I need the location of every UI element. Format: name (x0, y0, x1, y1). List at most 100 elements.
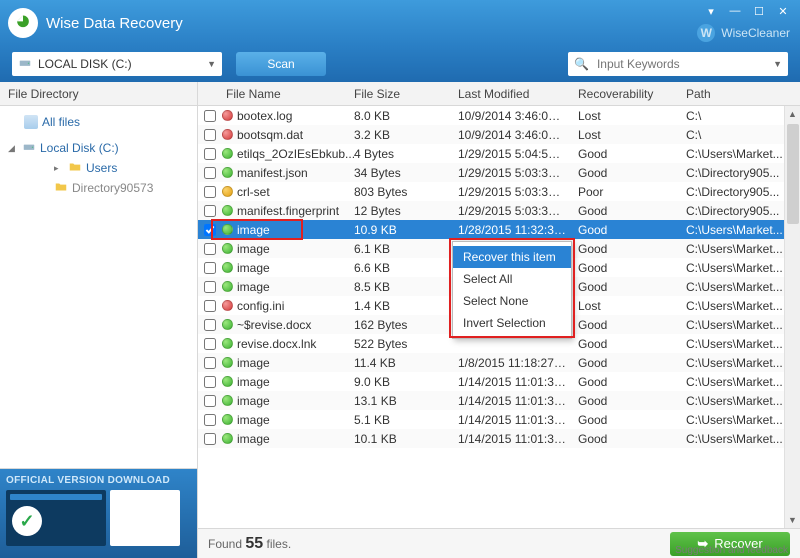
search-input[interactable] (595, 56, 767, 72)
row-checkbox[interactable] (204, 338, 216, 350)
status-dot-icon (222, 376, 233, 387)
scroll-up-icon[interactable]: ▲ (785, 106, 800, 122)
col-header-modified[interactable]: Last Modified (452, 87, 572, 101)
cell-recoverability: Good (572, 166, 680, 180)
file-name-label: image (237, 356, 270, 370)
cell-recoverability: Good (572, 337, 680, 351)
table-row[interactable]: crl-set803 Bytes1/29/2015 5:03:30 PMPoor… (198, 182, 800, 201)
row-checkbox[interactable] (204, 281, 216, 293)
promo-body: ✓ (6, 490, 191, 546)
cell-size: 8.0 KB (348, 109, 452, 123)
file-name-label: etilqs_2OzIEsEbkub... (237, 147, 355, 161)
row-checkbox[interactable] (204, 395, 216, 407)
cell-modified: 1/14/2015 11:01:30 ... (452, 394, 572, 408)
status-dot-icon (222, 319, 233, 330)
table-row[interactable]: image5.1 KB1/14/2015 11:01:30 ...GoodC:\… (198, 410, 800, 429)
table-row[interactable]: image10.9 KB1/28/2015 11:32:38 ...GoodC:… (198, 220, 800, 239)
search-icon: 🔍 (574, 57, 589, 71)
cell-recoverability: Good (572, 432, 680, 446)
table-row[interactable]: manifest.fingerprint12 Bytes1/29/2015 5:… (198, 201, 800, 220)
status-dot-icon (222, 243, 233, 254)
tree-label: All files (42, 115, 80, 129)
cell-name: revise.docx.lnk (220, 337, 348, 351)
folder-icon (54, 180, 68, 197)
scan-button[interactable]: Scan (236, 52, 326, 76)
row-checkbox[interactable] (204, 148, 216, 160)
row-checkbox[interactable] (204, 300, 216, 312)
drive-select[interactable]: LOCAL DISK (C:) ▼ (12, 52, 222, 76)
chevron-down-icon[interactable]: ▼ (773, 59, 782, 69)
close-icon[interactable]: ✕ (776, 4, 790, 18)
cell-modified: 1/28/2015 11:32:38 ... (452, 223, 572, 237)
status-dot-icon (222, 129, 233, 140)
status-dot-icon (222, 110, 233, 121)
row-checkbox[interactable] (204, 376, 216, 388)
tree-item-all-files[interactable]: All files (0, 112, 197, 132)
table-row[interactable]: image9.0 KB1/14/2015 11:01:30 ...GoodC:\… (198, 372, 800, 391)
feedback-link[interactable]: Suggestion and feedback (675, 545, 788, 556)
table-row[interactable]: image11.4 KB1/8/2015 11:18:27 AMGoodC:\U… (198, 353, 800, 372)
row-checkbox[interactable] (204, 205, 216, 217)
cell-path: C:\Users\Market... (680, 432, 800, 446)
row-checkbox[interactable] (204, 433, 216, 445)
cell-modified: 1/29/2015 5:03:30 PM (452, 204, 572, 218)
context-menu-item[interactable]: Select All (453, 268, 571, 290)
scroll-down-icon[interactable]: ▼ (785, 512, 800, 528)
tree-label: Users (86, 161, 117, 175)
row-checkbox[interactable] (204, 129, 216, 141)
row-checkbox[interactable] (204, 243, 216, 255)
cell-name: manifest.fingerprint (220, 204, 348, 218)
cell-path: C:\ (680, 109, 800, 123)
row-checkbox[interactable] (204, 224, 216, 236)
table-row[interactable]: manifest.json34 Bytes1/29/2015 5:03:30 P… (198, 163, 800, 182)
col-header-size[interactable]: File Size (348, 87, 452, 101)
chevron-down-icon: ▼ (207, 59, 216, 69)
status-dot-icon (222, 433, 233, 444)
row-checkbox[interactable] (204, 110, 216, 122)
col-header-path[interactable]: Path (680, 87, 800, 101)
row-checkbox[interactable] (204, 357, 216, 369)
table-row[interactable]: bootsqm.dat3.2 KB10/9/2014 3:46:03 PMLos… (198, 125, 800, 144)
cell-modified: 1/29/2015 5:03:30 PM (452, 166, 572, 180)
col-header-recoverability[interactable]: Recoverability (572, 87, 680, 101)
table-row[interactable]: etilqs_2OzIEsEbkub...4 Bytes1/29/2015 5:… (198, 144, 800, 163)
row-checkbox[interactable] (204, 262, 216, 274)
tree-item-directory[interactable]: Directory90573 (0, 178, 197, 198)
maximize-icon[interactable]: ☐ (752, 4, 766, 18)
search-input-wrap[interactable]: 🔍 ▼ (568, 52, 788, 76)
context-menu-item[interactable]: Recover this item (453, 246, 571, 268)
context-menu-item[interactable]: Invert Selection (453, 312, 571, 334)
tree-item-drive[interactable]: ◢ Local Disk (C:) (0, 138, 197, 158)
row-checkbox[interactable] (204, 167, 216, 179)
file-name-label: revise.docx.lnk (237, 337, 316, 351)
table-row[interactable]: bootex.log8.0 KB10/9/2014 3:46:03 PMLost… (198, 106, 800, 125)
context-menu-item[interactable]: Select None (453, 290, 571, 312)
collapse-icon[interactable]: ◢ (8, 143, 18, 154)
col-header-name[interactable]: File Name (220, 87, 348, 101)
expand-icon[interactable]: ▸ (54, 163, 64, 174)
status-dot-icon (222, 167, 233, 178)
promo-screenshot: ✓ (6, 490, 106, 546)
scroll-thumb[interactable] (787, 124, 799, 224)
scrollbar[interactable]: ▲ ▼ (784, 106, 800, 528)
file-name-label: manifest.fingerprint (237, 204, 339, 218)
row-checkbox-wrap (198, 278, 220, 296)
row-checkbox-wrap (198, 221, 220, 239)
minimize-icon[interactable]: — (728, 4, 742, 18)
row-checkbox-wrap (198, 373, 220, 391)
table-row[interactable]: image13.1 KB1/14/2015 11:01:30 ...GoodC:… (198, 391, 800, 410)
file-name-label: image (237, 394, 270, 408)
window-menu-icon[interactable]: ▾ (704, 4, 718, 18)
tree-item-users[interactable]: ▸ Users (0, 158, 197, 178)
all-files-icon (24, 115, 38, 129)
brand-badge[interactable]: W WiseCleaner (697, 24, 790, 42)
file-name-label: bootex.log (237, 109, 292, 123)
row-checkbox[interactable] (204, 414, 216, 426)
tree-label: Directory90573 (72, 181, 153, 195)
content: File Directory All files ◢ Local Disk (C… (0, 82, 800, 558)
promo-banner[interactable]: OFFICIAL VERSION DOWNLOAD ✓ (0, 468, 197, 558)
row-checkbox[interactable] (204, 186, 216, 198)
cell-size: 11.4 KB (348, 356, 452, 370)
row-checkbox[interactable] (204, 319, 216, 331)
table-row[interactable]: image10.1 KB1/14/2015 11:01:30 ...GoodC:… (198, 429, 800, 448)
